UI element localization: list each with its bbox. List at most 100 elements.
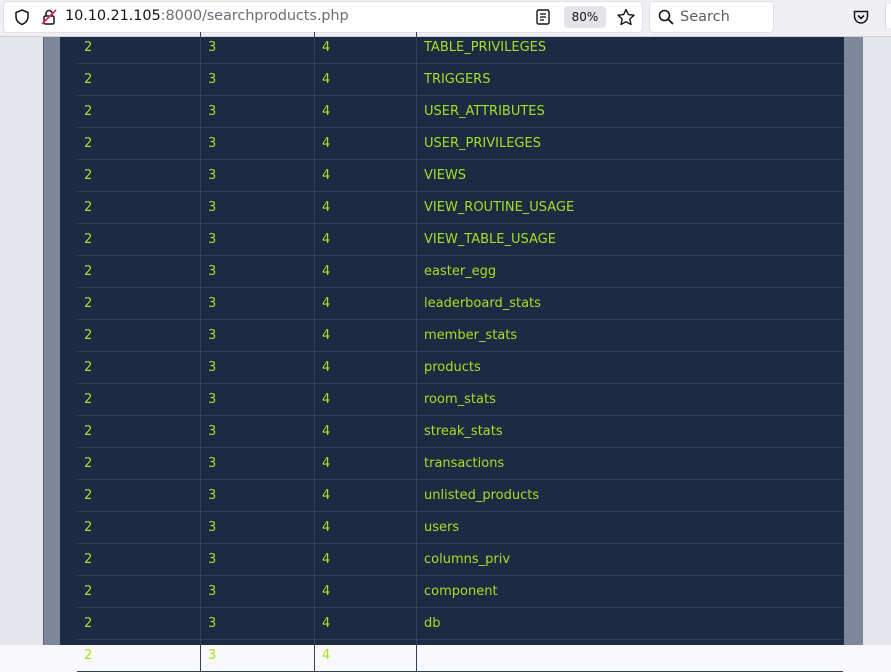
table-row: 2 3 4 USER_ATTRIBUTES bbox=[77, 95, 843, 128]
table-cell-col2: 3 bbox=[200, 63, 315, 96]
table-cell-col3: 4 bbox=[314, 511, 417, 544]
table-cell-col4: TABLE_PRIVILEGES bbox=[416, 32, 843, 64]
url-path: :8000/searchproducts.php bbox=[160, 8, 349, 24]
table-cell-col4: room_stats bbox=[416, 383, 843, 416]
table-cell-col3: 4 bbox=[314, 607, 417, 640]
table-row: 2 3 4 room_stats bbox=[77, 383, 843, 416]
table-cell-col4: VIEW_ROUTINE_USAGE bbox=[416, 191, 843, 224]
table-cell-col4: db bbox=[416, 607, 843, 640]
table-row: 2 3 4 TABLE_PRIVILEGES bbox=[77, 32, 843, 64]
table-cell-col2: 3 bbox=[200, 479, 315, 512]
table-cell-col3: 4 bbox=[314, 319, 417, 352]
table-row: 234 bbox=[77, 639, 843, 672]
table-cell-col2: 3 bbox=[200, 319, 315, 352]
table-cell-col3: 4 bbox=[314, 32, 417, 64]
table-row: 2 3 4 products bbox=[77, 351, 843, 384]
table-cell-col2: 3 bbox=[200, 95, 315, 128]
table-cell-col2: 3 bbox=[200, 32, 315, 64]
table-cell-col2: 3 bbox=[200, 511, 315, 544]
table-cell-col3: 4 bbox=[314, 287, 417, 320]
table-cell-col1: 2 bbox=[77, 511, 201, 544]
table-cell-col4: TRIGGERS bbox=[416, 63, 843, 96]
table-cell-col3: 4 bbox=[314, 255, 417, 288]
search-placeholder: Search bbox=[680, 9, 730, 25]
table-cell-col3: 4 bbox=[314, 415, 417, 448]
table-cell-col1: 2 bbox=[77, 575, 201, 608]
table-cell-col4 bbox=[416, 639, 843, 672]
table-cell-col1: 2 bbox=[77, 255, 201, 288]
search-icon bbox=[657, 8, 675, 26]
table-cell-col4: products bbox=[416, 351, 843, 384]
table-cell-col4: component bbox=[416, 575, 843, 608]
table-cell-col3: 4 bbox=[314, 159, 417, 192]
table-cell-col1: 2 bbox=[77, 223, 201, 256]
table-row: 2 3 4 db bbox=[77, 607, 843, 640]
table-cell-col2: 3 bbox=[200, 383, 315, 416]
table-cell-col2: 3 bbox=[200, 543, 315, 576]
reader-view-icon[interactable] bbox=[534, 8, 552, 26]
table-cell-col1: 2 bbox=[77, 639, 201, 672]
table-cell-col2: 3 bbox=[200, 607, 315, 640]
table-cell-col2: 3 bbox=[200, 223, 315, 256]
table-cell-col3: 4 bbox=[314, 191, 417, 224]
url-host: 10.10.21.105 bbox=[65, 8, 161, 24]
table-cell-col4: member_stats bbox=[416, 319, 843, 352]
table-row: 2 3 4 easter_egg bbox=[77, 255, 843, 288]
table-row: 2 3 4 member_stats bbox=[77, 319, 843, 352]
table-cell-col4: users bbox=[416, 511, 843, 544]
table-cell-col1: 2 bbox=[77, 95, 201, 128]
table-cell-col1: 2 bbox=[77, 543, 201, 576]
table-cell-col3: 4 bbox=[314, 95, 417, 128]
results-table-container: 2 3 4 TABLE_PRIVILEGES 2 3 4 TRIGGERS 2 3 4 USER_AT… bbox=[60, 32, 844, 672]
table-cell-col3: 4 bbox=[314, 543, 417, 576]
table-cell-col4: VIEWS bbox=[416, 159, 843, 192]
url-bar[interactable]: 10.10.21.105:8000/searchproducts.php 80% bbox=[3, 1, 643, 33]
table-cell-col3: 4 bbox=[314, 383, 417, 416]
table-cell-col1: 2 bbox=[77, 383, 201, 416]
results-table: 2 3 4 TABLE_PRIVILEGES 2 3 4 TRIGGERS 2 3 4 USER_AT… bbox=[77, 32, 843, 672]
table-cell-col4: columns_priv bbox=[416, 543, 843, 576]
table-cell-col4: USER_PRIVILEGES bbox=[416, 127, 843, 160]
table-cell-col4: streak_stats bbox=[416, 415, 843, 448]
table-cell-col2: 3 bbox=[200, 351, 315, 384]
star-icon[interactable] bbox=[616, 8, 636, 26]
table-cell-col2: 3 bbox=[200, 287, 315, 320]
table-cell-col1: 2 bbox=[77, 479, 201, 512]
table-cell-col3: 4 bbox=[314, 63, 417, 96]
table-cell-col2: 3 bbox=[200, 575, 315, 608]
table-row: 2 3 4 leaderboard_stats bbox=[77, 287, 843, 320]
table-cell-col1: 2 bbox=[77, 351, 201, 384]
table-cell-col4: unlisted_products bbox=[416, 479, 843, 512]
search-input[interactable]: Search bbox=[649, 1, 774, 33]
table-cell-col1: 2 bbox=[77, 159, 201, 192]
table-cell-col3: 4 bbox=[314, 575, 417, 608]
toolbar-overflow-edge bbox=[885, 4, 891, 28]
content-panel: 2 3 4 TABLE_PRIVILEGES 2 3 4 TRIGGERS 2 3 4 USER_AT… bbox=[43, 32, 863, 672]
table-cell-col4: USER_ATTRIBUTES bbox=[416, 95, 843, 128]
table-row: 2 3 4 transactions bbox=[77, 447, 843, 480]
table-cell-col2: 3 bbox=[200, 127, 315, 160]
shield-icon[interactable] bbox=[13, 8, 31, 26]
url-text[interactable]: 10.10.21.105:8000/searchproducts.php bbox=[65, 8, 349, 24]
table-cell-col3: 4 bbox=[314, 479, 417, 512]
zoom-level-button[interactable]: 80% bbox=[564, 6, 606, 28]
table-cell-col2: 3 bbox=[200, 255, 315, 288]
table-row: 2 3 4 component bbox=[77, 575, 843, 608]
table-cell-col1: 2 bbox=[77, 63, 201, 96]
table-cell-col2: 3 bbox=[200, 191, 315, 224]
table-row: 2 3 4 USER_PRIVILEGES bbox=[77, 127, 843, 160]
table-row: 2 3 4 streak_stats bbox=[77, 415, 843, 448]
table-cell-col1: 2 bbox=[77, 447, 201, 480]
table-row: 2 3 4 TRIGGERS bbox=[77, 63, 843, 96]
table-cell-col4: VIEW_TABLE_USAGE bbox=[416, 223, 843, 256]
page-content: 2 3 4 TABLE_PRIVILEGES 2 3 4 TRIGGERS 2 3 4 USER_AT… bbox=[0, 32, 891, 672]
table-cell-col1: 2 bbox=[77, 32, 201, 64]
table-cell-col1: 2 bbox=[77, 607, 201, 640]
table-cell-col3: 4 bbox=[314, 351, 417, 384]
table-cell-col4: easter_egg bbox=[416, 255, 843, 288]
table-cell-col3: 4 bbox=[314, 639, 417, 672]
table-cell-col1: 2 bbox=[77, 287, 201, 320]
lock-insecure-icon[interactable] bbox=[40, 8, 58, 26]
table-row: 2 3 4 VIEW_ROUTINE_USAGE bbox=[77, 191, 843, 224]
pocket-icon[interactable] bbox=[852, 8, 870, 26]
